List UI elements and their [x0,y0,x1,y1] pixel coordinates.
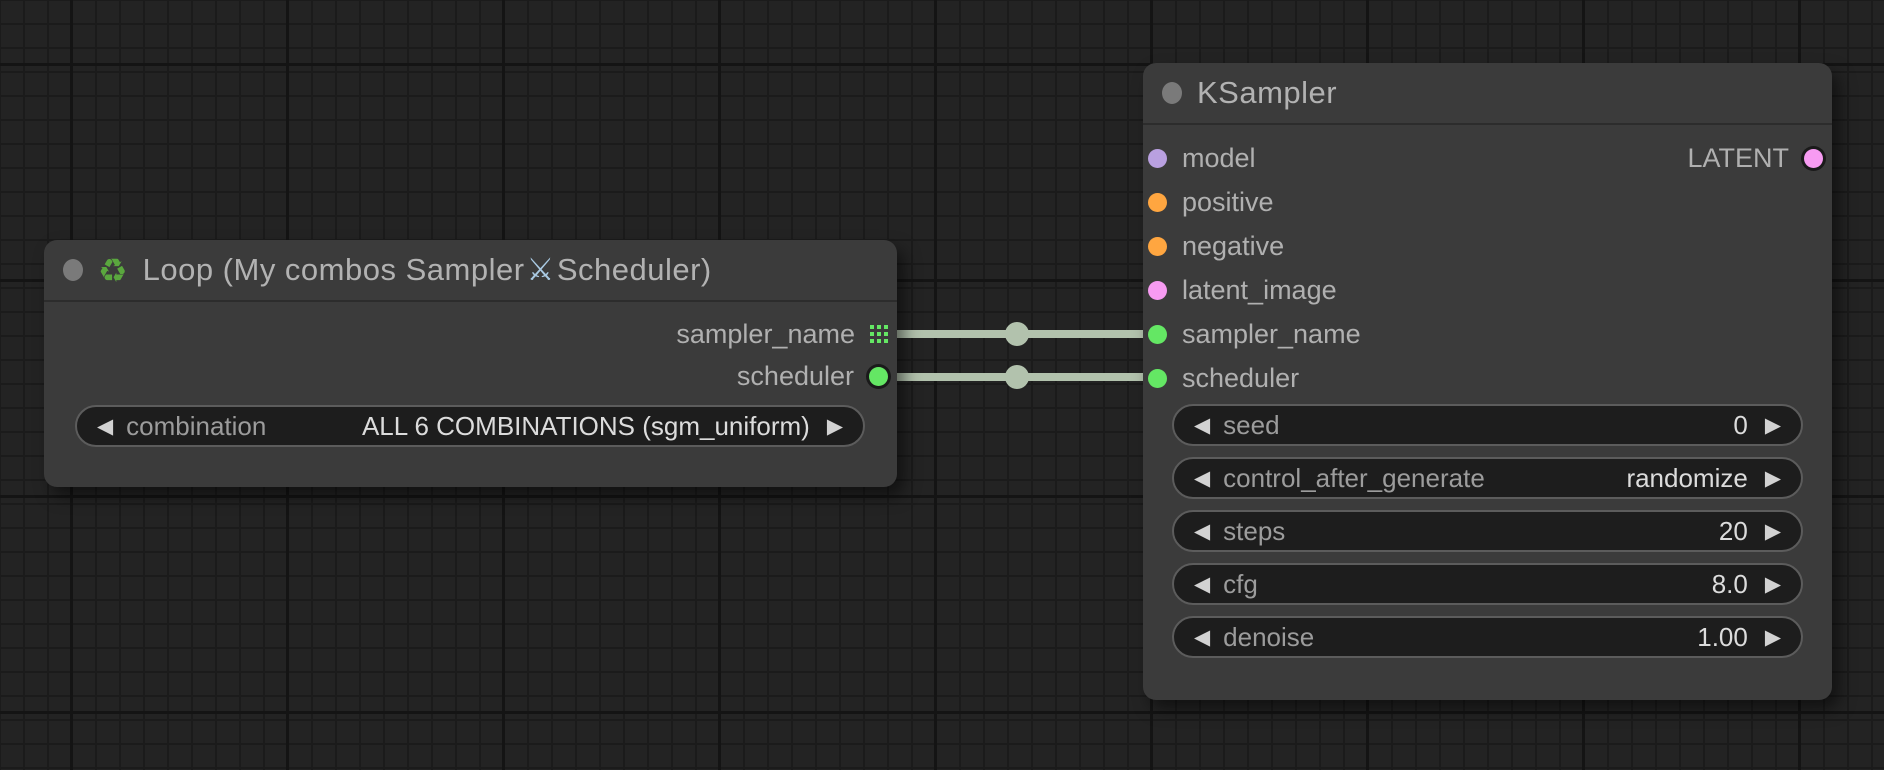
decrement-arrow-icon[interactable]: ◀ [1194,521,1210,542]
widget-value: 1.00 [1697,622,1748,653]
input-row-latent-image: latent_image [1148,269,1337,311]
input-label: negative [1182,231,1284,262]
link-midpoint-dot-scheduler[interactable] [1005,365,1029,389]
widget-label: combination [126,411,266,442]
input-port-model[interactable] [1148,149,1167,168]
node-title: KSampler [1197,75,1337,111]
recycle-icon: ♻ [98,254,128,287]
cfg-widget[interactable]: ◀ cfg 8.0 ▶ [1172,563,1803,605]
node-graph-canvas[interactable]: ♻ Loop (My combos Sampler⚔Scheduler) sam… [0,0,1884,770]
input-row-negative: negative [1148,225,1284,267]
output-label: scheduler [737,361,854,392]
widget-label: seed [1223,410,1279,441]
widget-label: denoise [1223,622,1314,653]
increment-arrow-icon[interactable]: ▶ [1765,415,1781,436]
widget-value: ALL 6 COMBINATIONS (sgm_uniform) [362,411,810,442]
input-label: sampler_name [1182,319,1361,350]
input-row-scheduler: scheduler [1148,357,1299,399]
input-label: scheduler [1182,363,1299,394]
input-port-latent-image[interactable] [1148,281,1167,300]
combination-widget[interactable]: ◀ combination ALL 6 COMBINATIONS (sgm_un… [75,405,865,447]
widget-label: control_after_generate [1223,463,1485,494]
widget-value: randomize [1626,463,1747,494]
collapse-dot[interactable] [63,259,83,281]
crossed-swords-icon: ⚔ [525,252,557,287]
decrement-arrow-icon[interactable]: ◀ [97,416,113,437]
increment-arrow-icon[interactable]: ▶ [827,416,843,437]
output-row-sampler-name: sampler_name [676,313,888,355]
input-port-scheduler[interactable] [1148,369,1167,388]
node-title-text-post: Scheduler) [557,252,712,287]
input-row-sampler-name: sampler_name [1148,313,1361,355]
input-label: model [1182,143,1256,174]
increment-arrow-icon[interactable]: ▶ [1765,627,1781,648]
steps-widget[interactable]: ◀ steps 20 ▶ [1172,510,1803,552]
widget-label: steps [1223,516,1285,547]
decrement-arrow-icon[interactable]: ◀ [1194,415,1210,436]
input-port-positive[interactable] [1148,193,1167,212]
decrement-arrow-icon[interactable]: ◀ [1194,627,1210,648]
grid-output-slot-icon[interactable] [870,325,888,343]
input-label: latent_image [1182,275,1337,306]
node-title: Loop (My combos Sampler⚔Scheduler) [143,252,712,288]
node-ksampler[interactable]: KSampler model positive negative latent_… [1143,63,1832,700]
node-title-text-pre: Loop (My combos Sampler [143,252,525,287]
output-port-latent[interactable] [1804,149,1823,168]
output-port-scheduler[interactable] [869,367,888,386]
denoise-widget[interactable]: ◀ denoise 1.00 ▶ [1172,616,1803,658]
increment-arrow-icon[interactable]: ▶ [1765,521,1781,542]
output-row-scheduler: scheduler [737,355,888,397]
widget-label: cfg [1223,569,1258,600]
control-after-generate-widget[interactable]: ◀ control_after_generate randomize ▶ [1172,457,1803,499]
input-row-model: model [1148,137,1256,179]
node-loop-combos[interactable]: ♻ Loop (My combos Sampler⚔Scheduler) sam… [44,240,897,487]
output-label: LATENT [1687,143,1789,174]
input-row-positive: positive [1148,181,1274,223]
input-port-negative[interactable] [1148,237,1167,256]
increment-arrow-icon[interactable]: ▶ [1765,468,1781,489]
output-label: sampler_name [676,319,855,350]
input-label: positive [1182,187,1274,218]
node-title-bar[interactable]: KSampler [1143,63,1832,125]
increment-arrow-icon[interactable]: ▶ [1765,574,1781,595]
output-row-latent: LATENT [1687,137,1823,179]
widget-value: 20 [1719,516,1748,547]
decrement-arrow-icon[interactable]: ◀ [1194,574,1210,595]
input-port-sampler-name[interactable] [1148,325,1167,344]
node-title-bar[interactable]: ♻ Loop (My combos Sampler⚔Scheduler) [44,240,897,302]
decrement-arrow-icon[interactable]: ◀ [1194,468,1210,489]
collapse-dot[interactable] [1162,82,1182,104]
seed-widget[interactable]: ◀ seed 0 ▶ [1172,404,1803,446]
link-midpoint-dot-sampler-name[interactable] [1005,322,1029,346]
widget-value: 0 [1733,410,1747,441]
widget-value: 8.0 [1712,569,1748,600]
